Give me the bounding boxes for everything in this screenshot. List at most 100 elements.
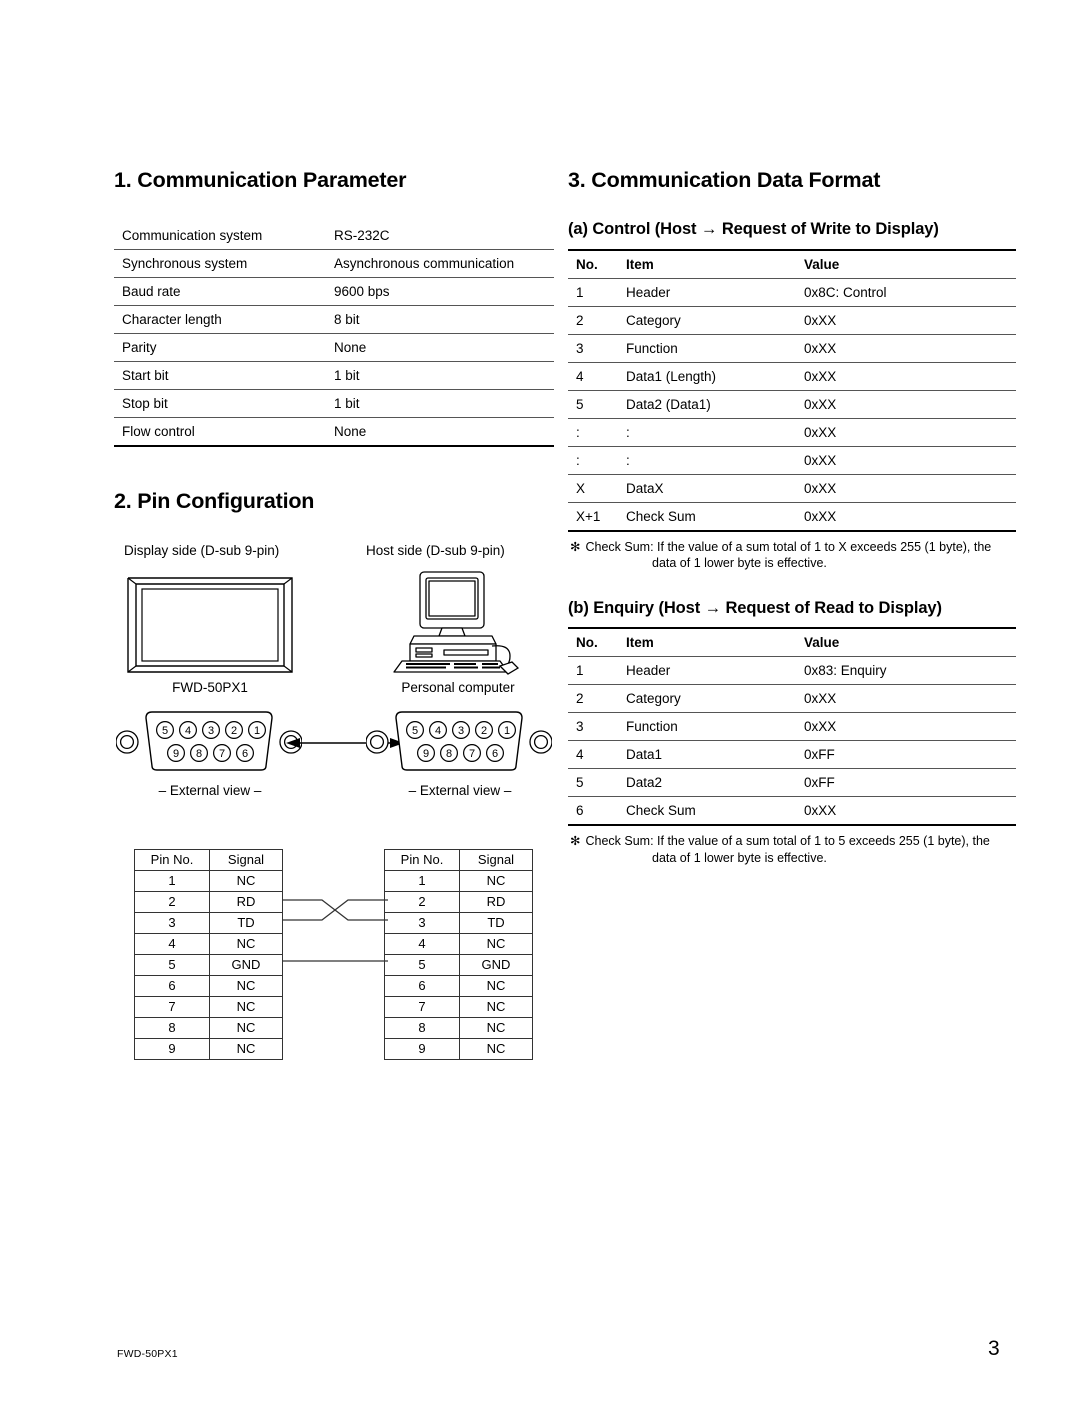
cell-value: 0xXX bbox=[796, 417, 1016, 447]
pin-no-cell: 6 bbox=[134, 974, 210, 997]
table-row: 6 Check Sum 0xXX bbox=[568, 796, 1016, 827]
pin-table-row: 6 NC bbox=[384, 974, 533, 997]
pin-table-row: 1 NC bbox=[384, 869, 533, 892]
enquiry-footnote-line2: data of 1 lower byte is effective. bbox=[652, 850, 827, 865]
pin-no-header: Pin No. bbox=[384, 848, 460, 871]
pin-no-cell: 3 bbox=[384, 911, 460, 934]
table-row: X DataX 0xXX bbox=[568, 473, 1016, 503]
pin-no-cell: 7 bbox=[384, 995, 460, 1018]
table-row: Stop bit 1 bit bbox=[114, 388, 554, 418]
signal-cell: RD bbox=[459, 890, 533, 913]
pin-label-top-2: 4 bbox=[185, 725, 191, 737]
crossover-wiring-icon bbox=[282, 849, 388, 1061]
pin-no-cell: 7 bbox=[134, 995, 210, 1018]
cell-item: Data1 (Length) bbox=[618, 361, 796, 391]
parameter-value: 9600 bps bbox=[326, 276, 554, 306]
cell-item: Function bbox=[618, 712, 796, 741]
table-row: Character length 8 bit bbox=[114, 304, 554, 334]
signal-cell: NC bbox=[459, 869, 533, 892]
host-side-label: Host side (D-sub 9-pin) bbox=[366, 542, 505, 558]
control-footnote-line2: data of 1 lower byte is effective. bbox=[652, 556, 827, 571]
cell-no: 3 bbox=[568, 712, 618, 741]
parameter-value: None bbox=[326, 416, 554, 447]
signal-cell: TD bbox=[459, 911, 533, 934]
table-row: Flow control None bbox=[114, 416, 554, 447]
enquiry-header-no: No. bbox=[568, 627, 618, 658]
signal-cell: NC bbox=[209, 932, 283, 955]
cell-item: Check Sum bbox=[618, 501, 796, 532]
signal-cell: NC bbox=[209, 1037, 283, 1060]
cell-value: 0xXX bbox=[796, 684, 1016, 713]
pin-label-bot-3: 7 bbox=[219, 748, 225, 760]
pin-no-header: Pin No. bbox=[134, 848, 210, 871]
svg-text:5: 5 bbox=[412, 725, 418, 737]
pin-table-row: 5 GND bbox=[384, 953, 533, 976]
section-1-title: 1. Communication Parameter bbox=[114, 168, 407, 192]
pin-table-row: 8 NC bbox=[134, 1016, 283, 1039]
svg-text:3: 3 bbox=[458, 725, 464, 737]
flat-panel-display-icon bbox=[120, 572, 300, 680]
footnote-asterisk-icon: ✻ bbox=[570, 834, 581, 849]
table-row: 4 Data1 0xFF bbox=[568, 740, 1016, 769]
cell-value: 0xXX bbox=[796, 445, 1016, 475]
pin-table-row: 7 NC bbox=[384, 995, 533, 1018]
signal-cell: NC bbox=[209, 1016, 283, 1039]
pin-table-row: 6 NC bbox=[134, 974, 283, 997]
parameter-value: None bbox=[326, 332, 554, 362]
control-header-item: Item bbox=[618, 248, 796, 279]
control-header-no: No. bbox=[568, 248, 618, 279]
pin-label-top-1: 5 bbox=[162, 725, 168, 737]
signal-header: Signal bbox=[209, 848, 283, 871]
table-row: 2 Category 0xXX bbox=[568, 305, 1016, 335]
table-row: ::0xXX bbox=[568, 445, 1016, 475]
cell-no: 3 bbox=[568, 333, 618, 363]
pin-table-header-row: Pin No. Signal bbox=[134, 848, 283, 871]
table-row: 1 Header 0x83: Enquiry bbox=[568, 657, 1016, 685]
pin-table-row: 7 NC bbox=[134, 995, 283, 1018]
cell-item: Check Sum bbox=[618, 796, 796, 827]
enquiry-footnote: ✻ Check Sum: If the value of a sum total … bbox=[568, 833, 1016, 866]
host-device-caption: Personal computer bbox=[401, 679, 515, 695]
pin-label-bot-1: 9 bbox=[173, 748, 179, 760]
table-row: ::0xXX bbox=[568, 417, 1016, 447]
cell-no: 4 bbox=[568, 740, 618, 769]
svg-text:7: 7 bbox=[469, 748, 475, 760]
cell-no: : bbox=[568, 445, 618, 475]
pin-table-row: 8 NC bbox=[384, 1016, 533, 1039]
table-row: Start bit 1 bit bbox=[114, 360, 554, 390]
pin-no-cell: 1 bbox=[134, 869, 210, 892]
cell-no: 6 bbox=[568, 796, 618, 827]
pin-table-row: 3 TD bbox=[134, 911, 283, 934]
signal-cell: GND bbox=[209, 953, 283, 976]
pin-table-row: 5 GND bbox=[134, 953, 283, 976]
cell-item: Data2 (Data1) bbox=[618, 389, 796, 419]
table-row: Baud rate 9600 bps bbox=[114, 276, 554, 306]
pin-label-top-4: 2 bbox=[231, 725, 237, 737]
cell-item: : bbox=[618, 445, 796, 475]
cell-item: Header bbox=[626, 284, 671, 300]
pin-table-host: Pin No. Signal 1 NC 2 RD 3 TD 4 NC 5 GND 6 NC 7 NC 8 NC 9 N… bbox=[384, 848, 533, 1060]
signal-cell: NC bbox=[209, 974, 283, 997]
footnote-asterisk-icon: ✻ bbox=[570, 539, 581, 554]
cell-item: Category bbox=[618, 305, 796, 335]
cell-value: 0xXX bbox=[796, 473, 1016, 503]
pin-no-cell: 2 bbox=[384, 890, 460, 913]
cell-no: 2 bbox=[568, 305, 618, 335]
svg-text:2: 2 bbox=[481, 725, 487, 737]
display-side-label: Display side (D-sub 9-pin) bbox=[124, 542, 280, 558]
cell-value: 0xFF bbox=[796, 740, 1016, 769]
enquiry-header-item: Item bbox=[618, 627, 796, 658]
cell-no: : bbox=[568, 417, 618, 447]
pin-label-bot-2: 8 bbox=[196, 748, 202, 760]
pin-assignment-wiring: Pin No. Signal 1 NC 2 RD 3 TD 4 NC 5 GND 6 NC 7 NC 8 NC 9 N… bbox=[114, 848, 554, 1061]
pin-table-row: 9 NC bbox=[384, 1037, 533, 1060]
pin-table-row: 1 NC bbox=[134, 869, 283, 892]
signal-cell: NC bbox=[459, 974, 533, 997]
cell-item: Data1 bbox=[618, 740, 796, 769]
signal-cell: NC bbox=[209, 995, 283, 1018]
control-subsection-title: (a) Control (Host → Request of Write to … bbox=[568, 219, 939, 238]
pin-no-cell: 9 bbox=[384, 1037, 460, 1060]
cell-no: X bbox=[568, 473, 618, 503]
table-row: X+1 Check Sum 0xXX bbox=[568, 501, 1016, 532]
parameter-value: 8 bit bbox=[326, 304, 554, 334]
